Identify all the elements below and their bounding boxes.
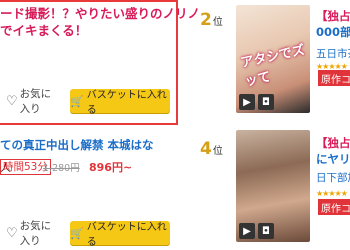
cart-label: バスケットに入れる	[86, 222, 167, 248]
sale-price: 896円~	[89, 161, 133, 174]
add-to-basket-button-2[interactable]: 🛒 バスケットに入れる	[70, 221, 170, 248]
cart-label: バスケットに入れる	[86, 90, 167, 116]
original-price: 1,280円	[43, 163, 80, 174]
rank-suffix: 位	[212, 17, 223, 28]
rank-number: 4	[200, 139, 212, 159]
product-title[interactable]: ての真正中出し解禁 本城はな	[0, 137, 154, 153]
maker-link[interactable]: 日下部加	[316, 170, 350, 185]
product-title[interactable]: 【独占	[316, 135, 350, 151]
add-to-basket-button[interactable]: 🛒 バスケットに入れる	[70, 89, 170, 116]
origin-badge: 原作コ	[318, 70, 350, 86]
play-icon[interactable]: ▶	[239, 94, 255, 110]
heart-icon: ♡	[6, 93, 18, 109]
product-title-line2[interactable]: にヤリ	[316, 151, 350, 167]
left-column: ード撮影！？やりたい盛りのノリノ でイキまくる！ ♡ お気に入り 🛒 バスケット…	[0, 0, 200, 250]
rank-number: 2	[200, 10, 212, 30]
rank-2: 2位	[200, 10, 223, 30]
product-title[interactable]: 【独占	[316, 8, 350, 24]
rank-suffix: 位	[212, 146, 223, 157]
rating-stars: ★★★★★	[316, 189, 348, 198]
product-title-line1[interactable]: ード撮影！？やりたい盛りのノリノ	[0, 5, 200, 22]
product-title-line2[interactable]: でイキまくる！	[0, 22, 87, 39]
camera-icon[interactable]: ◘	[258, 223, 274, 239]
product-card-top: ード撮影！？やりたい盛りのノリノ でイキまくる！ ♡ お気に入り 🛒 バスケット…	[0, 0, 200, 125]
product-title-line2[interactable]: 000部	[316, 24, 350, 40]
favorite-label: お気に入り	[19, 220, 52, 247]
camera-icon[interactable]: ◘	[258, 94, 274, 110]
thumbnail-text: アタシでズッて	[239, 42, 307, 90]
cart-icon: 🛒	[70, 226, 84, 240]
origin-badge: 原作コ	[318, 199, 350, 215]
favorite-button-2[interactable]: ♡ お気に入り	[6, 220, 61, 247]
play-icon[interactable]: ▶	[239, 223, 255, 239]
favorite-button[interactable]: ♡ お気に入り	[6, 88, 61, 115]
maker-link[interactable]: 五日市茶	[316, 46, 350, 61]
rank-4: 4位	[200, 139, 223, 159]
cart-icon: 🛒	[70, 94, 84, 108]
heart-icon: ♡	[6, 225, 18, 241]
favorite-label: お気に入り	[19, 88, 52, 115]
product-thumbnail[interactable]: ▶ ◘	[236, 130, 310, 242]
product-thumbnail[interactable]: アタシでズッて ▶ ◘	[236, 5, 310, 113]
